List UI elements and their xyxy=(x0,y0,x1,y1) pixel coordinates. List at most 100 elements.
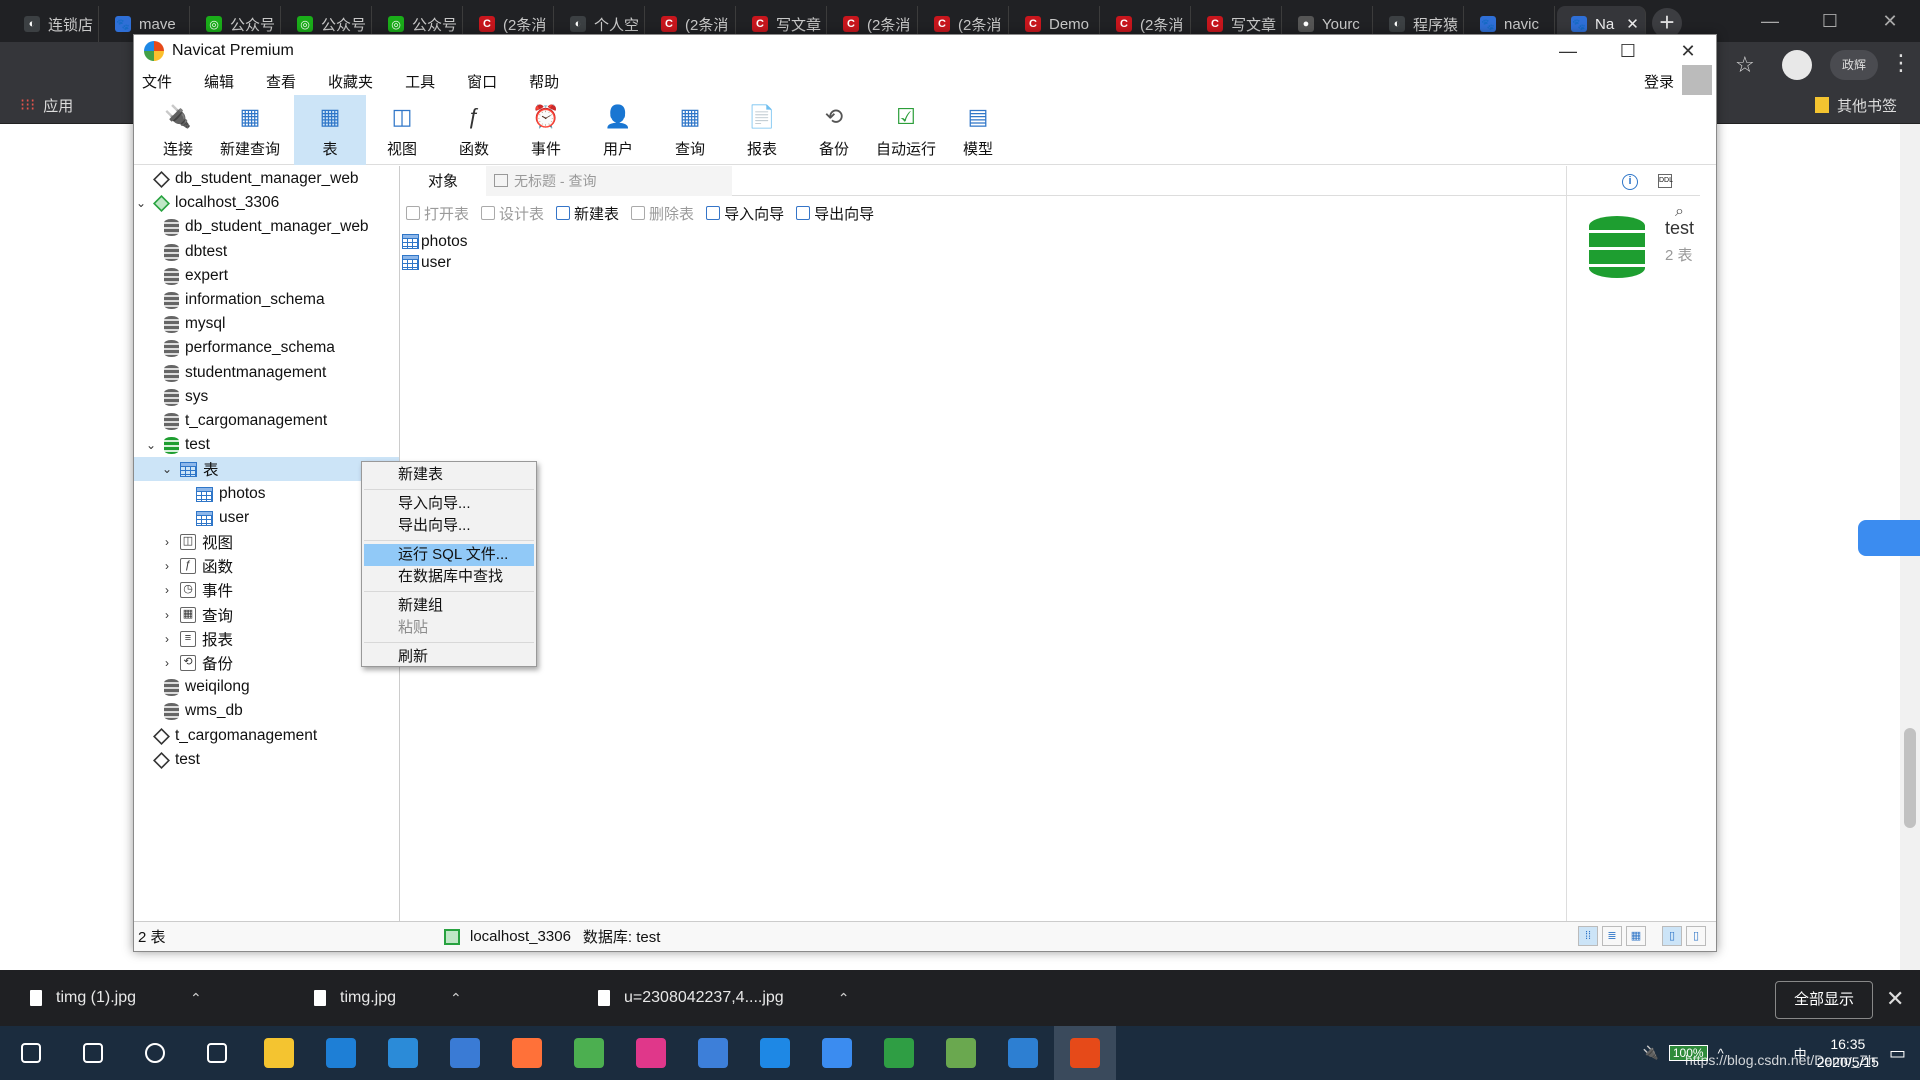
context-menu-item[interactable]: 刷新 xyxy=(364,646,534,668)
tree-node[interactable]: db_student_manager_web xyxy=(134,167,359,191)
chevron-right-icon[interactable]: › xyxy=(160,535,174,549)
tree-node[interactable]: › ▦ 查询 xyxy=(134,603,233,627)
taskbar-button[interactable] xyxy=(372,1026,434,1080)
toolbar-model-button[interactable]: ▤ 模型 xyxy=(942,95,1014,165)
tree-node[interactable]: dbtest xyxy=(134,240,227,264)
taskbar-button[interactable] xyxy=(744,1026,806,1080)
toolbar-new-query-button[interactable]: ▦ 新建查询 xyxy=(214,95,286,165)
object-toolbar-button[interactable]: 打开表 xyxy=(406,203,475,224)
toolbar-backup-button[interactable]: ⟲ 备份 xyxy=(798,95,870,165)
chevron-right-icon[interactable]: › xyxy=(160,656,174,670)
context-menu-item[interactable]: 导出向导... xyxy=(364,515,534,537)
minimize-button[interactable]: — xyxy=(1538,35,1598,67)
context-menu-item[interactable]: 运行 SQL 文件... xyxy=(364,544,534,566)
extension-icon[interactable] xyxy=(1782,50,1812,80)
tree-node[interactable]: photos xyxy=(134,482,266,506)
tree-node[interactable]: t_cargomanagement xyxy=(134,409,327,433)
close-download-shelf-icon[interactable]: ✕ xyxy=(1886,986,1904,1012)
menu-edit[interactable]: 编辑 xyxy=(188,71,250,92)
object-toolbar-button[interactable]: 删除表 xyxy=(631,203,700,224)
browser-maximize-button[interactable]: ☐ xyxy=(1800,0,1860,42)
tree-node[interactable]: ⌄ test xyxy=(134,433,210,457)
tree-node[interactable]: studentmanagement xyxy=(134,361,326,385)
power-plug-icon[interactable]: 🔌 xyxy=(1643,1045,1659,1061)
tree-node[interactable]: performance_schema xyxy=(134,336,335,360)
chevron-up-icon[interactable]: ⌃ xyxy=(838,990,850,1007)
tree-node[interactable]: wms_db xyxy=(134,699,243,723)
download-item[interactable]: u=2308042237,4....jpg ⌃ xyxy=(598,970,849,1026)
tree-node[interactable]: ⌄ localhost_3306 xyxy=(134,191,279,215)
tree-node[interactable]: expert xyxy=(134,264,228,288)
chevron-up-icon[interactable]: ⌃ xyxy=(190,990,202,1007)
tree-node[interactable]: › ≡ 报表 xyxy=(134,627,233,651)
taskbar-button[interactable] xyxy=(248,1026,310,1080)
tree-node[interactable]: information_schema xyxy=(134,288,325,312)
browser-minimize-button[interactable]: — xyxy=(1740,0,1800,42)
context-menu-item[interactable]: 在数据库中查找 xyxy=(364,566,534,588)
bookmark-other[interactable]: 其他书签 xyxy=(1815,86,1897,124)
menu-favorites[interactable]: 收藏夹 xyxy=(312,71,389,92)
taskbar-button[interactable] xyxy=(310,1026,372,1080)
menu-window[interactable]: 窗口 xyxy=(451,71,513,92)
taskbar-button[interactable] xyxy=(0,1026,62,1080)
profile-button[interactable]: 政辉 xyxy=(1830,50,1878,80)
chevron-right-icon[interactable]: › xyxy=(160,559,174,573)
tree-node[interactable]: db_student_manager_web xyxy=(134,215,369,239)
taskbar-button[interactable] xyxy=(992,1026,1054,1080)
bookmark-star-icon[interactable]: ☆ xyxy=(1735,52,1755,78)
object-list-item[interactable]: user xyxy=(402,252,802,273)
page-scrollbar-thumb[interactable] xyxy=(1904,728,1916,828)
close-button[interactable]: ✕ xyxy=(1658,35,1718,67)
tree-node[interactable]: › ⟲ 备份 xyxy=(134,651,233,675)
menu-tools[interactable]: 工具 xyxy=(389,71,451,92)
detail-view-icon[interactable]: ▦ xyxy=(1626,926,1646,946)
tree-node[interactable]: › ◷ 事件 xyxy=(134,578,233,602)
toolbar-user-button[interactable]: 👤 用户 xyxy=(582,95,654,165)
browser-menu-icon[interactable]: ⋮ xyxy=(1890,50,1912,76)
list-view-icon[interactable]: ≣ xyxy=(1602,926,1622,946)
chevron-down-icon[interactable]: ⌄ xyxy=(144,438,158,452)
taskbar-button[interactable] xyxy=(930,1026,992,1080)
close-tab-icon[interactable]: ✕ xyxy=(1626,15,1639,33)
bookmark-apps[interactable]: ⁝⁝⁝ 应用 xyxy=(20,86,73,124)
taskbar-button[interactable] xyxy=(868,1026,930,1080)
baidu-netdisk-float-icon[interactable] xyxy=(1858,520,1920,556)
grid-view-icon[interactable]: ⁞⁞ xyxy=(1578,926,1598,946)
toolbar-auto-run-button[interactable]: ☑ 自动运行 xyxy=(870,95,942,165)
object-toolbar-button[interactable]: 设计表 xyxy=(481,203,550,224)
menu-help[interactable]: 帮助 xyxy=(513,71,575,92)
notification-icon[interactable]: ▭ xyxy=(1889,1043,1906,1064)
object-toolbar-button[interactable]: 新建表 xyxy=(556,203,625,224)
toolbar-plug-button[interactable]: 🔌 连接 xyxy=(142,95,214,165)
download-item[interactable]: timg (1).jpg ⌃ xyxy=(30,970,202,1026)
toolbar-function-button[interactable]: ƒ 函数 xyxy=(438,95,510,165)
tab-untitled-query[interactable]: 无标题 - 查询 xyxy=(486,165,732,196)
taskbar-button[interactable] xyxy=(682,1026,744,1080)
user-avatar-icon[interactable] xyxy=(1682,65,1712,95)
toolbar-view-button[interactable]: ◫ 视图 xyxy=(366,95,438,165)
toolbar-table-button[interactable]: ▦ 表 xyxy=(294,95,366,165)
taskbar-button[interactable] xyxy=(434,1026,496,1080)
taskbar-button[interactable] xyxy=(1054,1026,1116,1080)
ddl-icon[interactable]: DDL xyxy=(1658,174,1673,188)
taskbar-button[interactable] xyxy=(62,1026,124,1080)
browser-tab[interactable]: ◐ 连锁店 xyxy=(10,6,99,42)
right-panel-toggle-icon[interactable]: ▯ xyxy=(1686,926,1706,946)
taskbar-button[interactable] xyxy=(496,1026,558,1080)
tree-node[interactable]: weiqilong xyxy=(134,675,250,699)
chevron-right-icon[interactable]: › xyxy=(160,608,174,622)
toolbar-query-button[interactable]: ▦ 查询 xyxy=(654,95,726,165)
object-toolbar-button[interactable]: 导出向导 xyxy=(796,203,880,224)
tree-node[interactable]: test xyxy=(134,748,200,772)
taskbar-button[interactable] xyxy=(558,1026,620,1080)
download-item[interactable]: timg.jpg ⌃ xyxy=(314,970,462,1026)
login-link[interactable]: 登录 xyxy=(1644,71,1674,92)
browser-close-button[interactable]: ✕ xyxy=(1860,0,1920,42)
tree-node[interactable]: › ƒ 函数 xyxy=(134,554,233,578)
chevron-right-icon[interactable]: › xyxy=(160,583,174,597)
left-panel-toggle-icon[interactable]: ▯ xyxy=(1662,926,1682,946)
tree-node[interactable]: mysql xyxy=(134,312,225,336)
toolbar-event-button[interactable]: ⏰ 事件 xyxy=(510,95,582,165)
object-list-item[interactable]: photos xyxy=(402,231,802,252)
menu-file[interactable]: 文件 xyxy=(134,71,188,92)
